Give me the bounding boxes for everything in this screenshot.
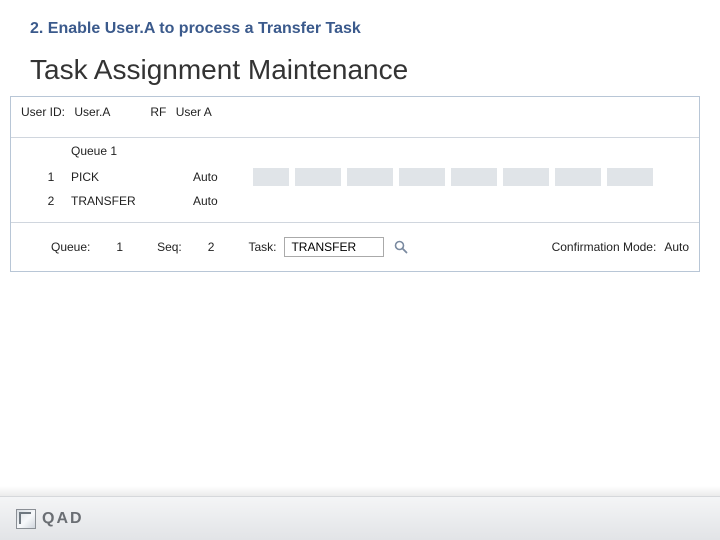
form-section: Queue: 1 Seq: 2 Task: Confirmation Mode:… — [11, 223, 699, 271]
row-task: PICK — [63, 170, 193, 184]
queue-grid: Queue 1 1 PICK Auto 2 TRANSFER Auto — [11, 138, 699, 223]
queue-value: 1 — [116, 240, 123, 254]
seq-label: Seq: — [157, 240, 182, 254]
rf-pair: RF User A — [150, 105, 211, 119]
seq-value: 2 — [208, 240, 215, 254]
rf-value: User A — [176, 105, 212, 119]
task-label: Task: — [248, 240, 276, 254]
task-input[interactable] — [284, 237, 384, 257]
queue-pair: Queue: 1 — [51, 240, 123, 254]
brand-text: QAD — [42, 510, 84, 528]
task-pair: Task: — [248, 237, 410, 257]
queue-header: Queue 1 — [11, 138, 699, 164]
footer-shadow — [0, 486, 720, 496]
seq-pair: Seq: 2 — [157, 240, 214, 254]
row-number: 1 — [39, 170, 63, 184]
user-info-section: User ID: User.A RF User A — [11, 97, 699, 138]
user-id-label: User ID: — [21, 105, 65, 119]
table-row[interactable]: 2 TRANSFER Auto — [11, 190, 699, 212]
brand-logo: QAD — [16, 509, 84, 529]
footer: QAD — [0, 496, 720, 540]
confirmation-value: Auto — [664, 240, 689, 254]
confirmation-label: Confirmation Mode: — [552, 240, 657, 254]
table-row[interactable]: 1 PICK Auto — [11, 164, 699, 190]
page-title: Task Assignment Maintenance — [0, 48, 720, 96]
user-id-value: User.A — [74, 105, 110, 119]
queue-label: Queue: — [51, 240, 90, 254]
user-id-pair: User ID: User.A — [21, 105, 110, 119]
row-mode: Auto — [193, 170, 253, 184]
row-mode: Auto — [193, 194, 253, 208]
logo-icon — [16, 509, 36, 529]
maintenance-panel: User ID: User.A RF User A Queue 1 1 PICK… — [10, 96, 700, 272]
step-title: 2. Enable User.A to process a Transfer T… — [0, 0, 720, 48]
search-icon[interactable] — [392, 238, 410, 256]
row-task: TRANSFER — [63, 194, 193, 208]
row-number: 2 — [39, 194, 63, 208]
row-placeholder-cells — [253, 168, 653, 186]
confirmation-pair: Confirmation Mode: Auto — [552, 240, 689, 254]
rf-label: RF — [150, 105, 166, 119]
